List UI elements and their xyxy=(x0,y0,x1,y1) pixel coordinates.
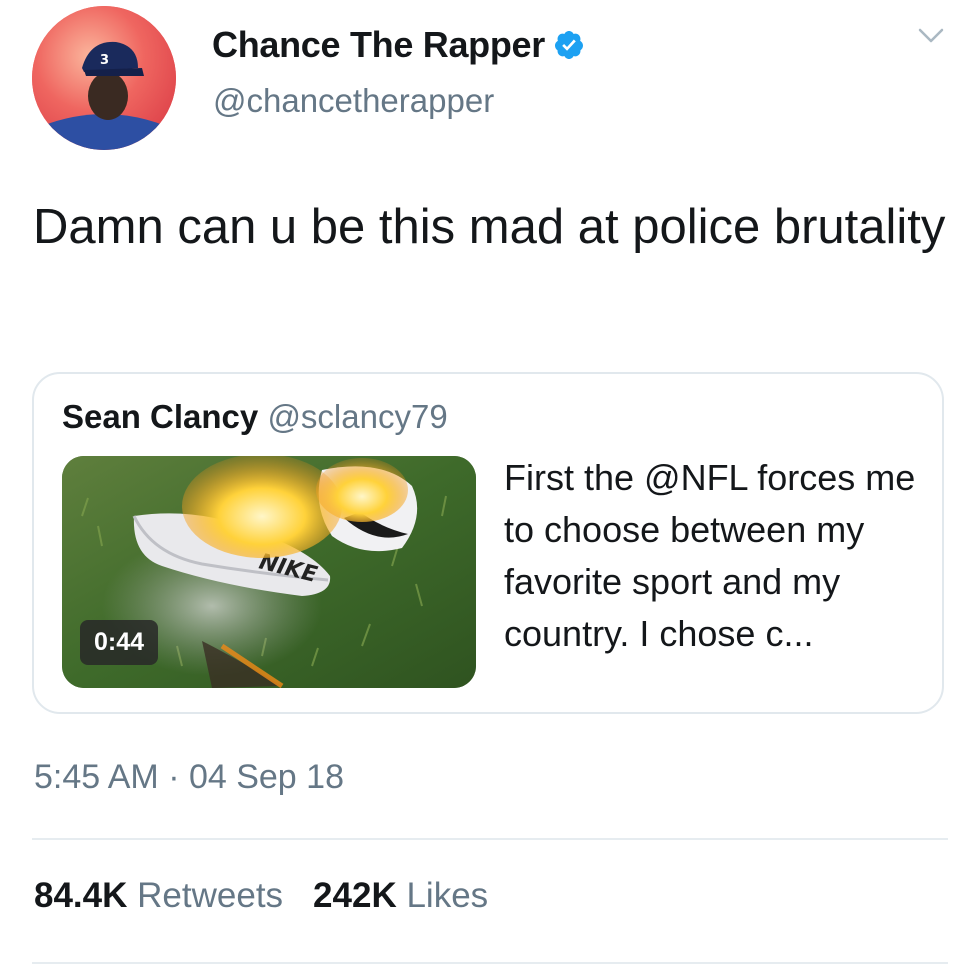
video-duration-badge: 0:44 xyxy=(80,620,159,665)
engagement-stats: 84.4K Retweets 242K Likes xyxy=(34,876,488,916)
tweet-text: Damn can u be this mad at police brutali… xyxy=(33,200,946,254)
quoted-author-name: Sean Clancy xyxy=(62,398,259,435)
quoted-author-handle: @sclancy79 xyxy=(267,398,448,435)
divider xyxy=(32,962,948,964)
quoted-tweet-text: First the @NFL forces me to choose betwe… xyxy=(504,457,916,654)
likes-stat[interactable]: 242K Likes xyxy=(313,876,488,915)
retweets-stat[interactable]: 84.4K Retweets xyxy=(34,876,283,915)
quoted-tweet-author: Sean Clancy @sclancy79 xyxy=(62,398,448,436)
likes-label: Likes xyxy=(406,876,489,915)
retweets-count: 84.4K xyxy=(34,876,128,915)
author-handle[interactable]: @chancetherapper xyxy=(213,82,494,120)
avatar[interactable]: 3 xyxy=(32,6,176,150)
retweets-label: Retweets xyxy=(137,876,284,915)
author-display-name[interactable]: Chance The Rapper xyxy=(212,24,545,66)
avatar-image: 3 xyxy=(32,6,176,150)
divider xyxy=(32,838,948,840)
likes-count: 242K xyxy=(313,876,397,915)
author-name[interactable]: Chance The Rapper xyxy=(212,24,585,66)
quoted-video-thumbnail[interactable]: NIKE 0:44 xyxy=(62,456,476,688)
tweet-timestamp[interactable]: 5:45 AM · 04 Sep 18 xyxy=(34,758,344,797)
cap-number: 3 xyxy=(100,53,109,68)
quoted-tweet-card[interactable]: Sean Clancy @sclancy79 NIKE 0:44 First t… xyxy=(32,372,944,714)
chevron-down-icon[interactable] xyxy=(918,26,944,46)
verified-badge-icon xyxy=(553,29,585,61)
